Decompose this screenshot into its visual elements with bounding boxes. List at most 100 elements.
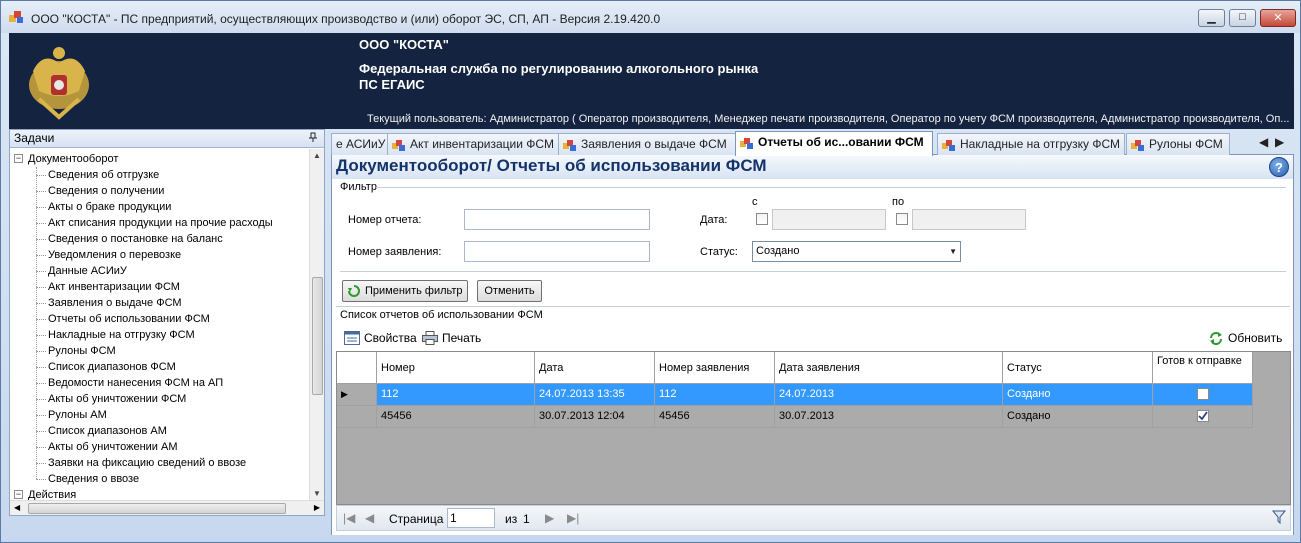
tree-item[interactable]: Акты об уничтожении ФСМ bbox=[48, 391, 186, 407]
column-header-application-number[interactable]: Номер заявления bbox=[655, 352, 775, 384]
collapse-icon[interactable]: − bbox=[14, 490, 23, 499]
application-number-input[interactable] bbox=[464, 241, 650, 262]
date-from-checkbox[interactable] bbox=[756, 213, 768, 225]
refresh-label: Обновить bbox=[1228, 331, 1283, 345]
tree-item[interactable]: Сведения о получении bbox=[48, 183, 164, 199]
row-pointer-icon: ▶ bbox=[341, 389, 348, 399]
tree-item[interactable]: Акт инвентаризации ФСМ bbox=[48, 279, 180, 295]
pin-icon[interactable] bbox=[308, 132, 318, 146]
tree-item[interactable]: Акты о браке продукции bbox=[48, 199, 171, 215]
column-header-application-date[interactable]: Дата заявления bbox=[775, 352, 1003, 384]
next-page-icon[interactable]: ▶ bbox=[545, 511, 554, 525]
tree-item[interactable]: Акты об уничтожении АМ bbox=[48, 439, 178, 455]
scroll-thumb-horizontal[interactable] bbox=[28, 503, 286, 514]
filter-divider-bottom bbox=[340, 271, 1286, 272]
tab-fsm-rolls[interactable]: Рулоны ФСМ bbox=[1126, 133, 1230, 155]
cell-status[interactable]: Создано bbox=[1003, 406, 1153, 428]
close-button[interactable]: ✕ bbox=[1260, 9, 1296, 27]
tab-next-icon[interactable]: ▶ bbox=[1275, 135, 1284, 149]
tree-item[interactable]: Рулоны ФСМ bbox=[48, 343, 116, 359]
cell-status[interactable]: Создано bbox=[1003, 384, 1153, 406]
cancel-filter-button[interactable]: Отменить bbox=[477, 280, 542, 302]
tasks-horizontal-scrollbar[interactable]: ◀ ▶ bbox=[10, 500, 324, 515]
column-header-date[interactable]: Дата bbox=[535, 352, 655, 384]
minimize-button[interactable]: ▁ bbox=[1198, 9, 1225, 27]
cell-date[interactable]: 30.07.2013 12:04 bbox=[535, 406, 655, 428]
apply-filter-button[interactable]: Применить фильтр bbox=[342, 280, 468, 302]
tab-fsm-usage-reports[interactable]: Отчеты об ис...овании ФСМ bbox=[735, 131, 933, 156]
maximize-button[interactable]: □ bbox=[1229, 9, 1256, 27]
filter-funnel-icon[interactable] bbox=[1271, 510, 1287, 527]
tree-item[interactable]: Сведения об отгрузке bbox=[48, 167, 159, 183]
cell-number[interactable]: 45456 bbox=[377, 406, 535, 428]
cell-number[interactable]: 112 bbox=[377, 384, 535, 406]
refresh-button[interactable]: Обновить bbox=[1208, 329, 1282, 347]
tree-item[interactable]: Список диапазонов ФСМ bbox=[48, 359, 176, 375]
reports-page: Документооборот/ Отчеты об использовании… bbox=[331, 155, 1294, 536]
tab-prev-icon[interactable]: ◀ bbox=[1259, 135, 1268, 149]
help-icon[interactable]: ? bbox=[1269, 157, 1289, 177]
tree-connector bbox=[36, 335, 46, 336]
tasks-vertical-scrollbar[interactable]: ▲ ▼ bbox=[309, 149, 324, 500]
tab-fsm-waybills[interactable]: Накладные на отгрузку ФСМ bbox=[937, 133, 1125, 155]
cell-application-date[interactable]: 24.07.2013 bbox=[775, 384, 1003, 406]
print-button[interactable]: Печать bbox=[422, 329, 481, 347]
ready-checkbox[interactable] bbox=[1197, 410, 1209, 422]
scroll-thumb[interactable] bbox=[312, 277, 323, 395]
tree-item[interactable]: Уведомления о перевозке bbox=[48, 247, 181, 263]
row-header[interactable]: ▶ bbox=[337, 384, 377, 406]
tree-connector bbox=[36, 191, 46, 192]
cell-application-number[interactable]: 112 bbox=[655, 384, 775, 406]
report-number-input[interactable] bbox=[464, 209, 650, 230]
date-to-checkbox[interactable] bbox=[896, 213, 908, 225]
tab-label: Рулоны ФСМ bbox=[1149, 137, 1223, 151]
first-page-icon[interactable]: |◀ bbox=[343, 511, 355, 525]
application-window: ООО "КОСТА" - ПС предприятий, осуществля… bbox=[0, 0, 1301, 543]
cell-application-date[interactable]: 30.07.2013 bbox=[775, 406, 1003, 428]
cell-ready[interactable] bbox=[1153, 384, 1253, 406]
scroll-right-icon[interactable]: ▶ bbox=[314, 503, 320, 512]
tree-item[interactable]: Накладные на отгрузку ФСМ bbox=[48, 327, 195, 343]
list-section-label: Список отчетов об использовании ФСМ bbox=[340, 309, 543, 321]
tab-asiiu[interactable]: е АСИиУ bbox=[331, 133, 389, 155]
tree-item[interactable]: Отчеты об использовании ФСМ bbox=[48, 311, 210, 327]
scroll-down-icon[interactable]: ▼ bbox=[313, 489, 321, 498]
cell-date[interactable]: 24.07.2013 13:35 bbox=[535, 384, 655, 406]
date-from-picker[interactable] bbox=[772, 209, 886, 230]
title-bar: ООО "КОСТА" - ПС предприятий, осуществля… bbox=[1, 1, 1300, 33]
tree-item[interactable]: Сведения о ввозе bbox=[48, 471, 139, 487]
tree-item[interactable]: Данные АСИиУ bbox=[48, 263, 127, 279]
scroll-left-icon[interactable]: ◀ bbox=[14, 503, 20, 512]
scroll-up-icon[interactable]: ▲ bbox=[313, 151, 321, 160]
grid-pager: |◀ ◀ Страница 1 из 1 ▶ ▶| bbox=[336, 505, 1291, 531]
prev-page-icon[interactable]: ◀ bbox=[365, 511, 374, 525]
service-line-2: ПС ЕГАИС bbox=[359, 77, 425, 92]
tree-connector bbox=[36, 167, 37, 479]
document-tabs: е АСИиУ Акт инвентаризации ФСМ Заявления… bbox=[331, 131, 1294, 156]
last-page-icon[interactable]: ▶| bbox=[567, 511, 579, 525]
row-header[interactable] bbox=[337, 406, 377, 428]
tree-item[interactable]: Ведомости нанесения ФСМ на АП bbox=[48, 375, 223, 391]
tree-item[interactable]: Заявления о выдаче ФСМ bbox=[48, 295, 182, 311]
column-header-number[interactable]: Номер bbox=[377, 352, 535, 384]
tree-item[interactable]: Заявки на фиксацию сведений о ввозе bbox=[48, 455, 246, 471]
properties-label: Свойства bbox=[364, 331, 417, 345]
page-number-input[interactable]: 1 bbox=[447, 508, 495, 528]
status-select[interactable]: Создано ▼ bbox=[752, 241, 961, 262]
tree-item[interactable]: Акт списания продукции на прочие расходы bbox=[48, 215, 273, 231]
tree-item[interactable]: Сведения о постановке на баланс bbox=[48, 231, 223, 247]
tree-item[interactable]: Рулоны АМ bbox=[48, 407, 107, 423]
column-header-ready[interactable]: Готов к отправке bbox=[1153, 352, 1253, 384]
checkmark-icon bbox=[1198, 411, 1208, 421]
cell-application-number[interactable]: 45456 bbox=[655, 406, 775, 428]
cell-ready[interactable] bbox=[1153, 406, 1253, 428]
date-from-label: с bbox=[752, 196, 758, 208]
tab-inventory-act[interactable]: Акт инвентаризации ФСМ bbox=[387, 133, 559, 155]
tree-item[interactable]: Список диапазонов АМ bbox=[48, 423, 167, 439]
ready-checkbox[interactable] bbox=[1197, 388, 1209, 400]
properties-button[interactable]: Свойства bbox=[344, 329, 417, 347]
collapse-icon[interactable]: − bbox=[14, 154, 23, 163]
column-header-status[interactable]: Статус bbox=[1003, 352, 1153, 384]
tab-fsm-applications[interactable]: Заявления о выдаче ФСМ bbox=[558, 133, 736, 155]
date-to-picker[interactable] bbox=[912, 209, 1026, 230]
